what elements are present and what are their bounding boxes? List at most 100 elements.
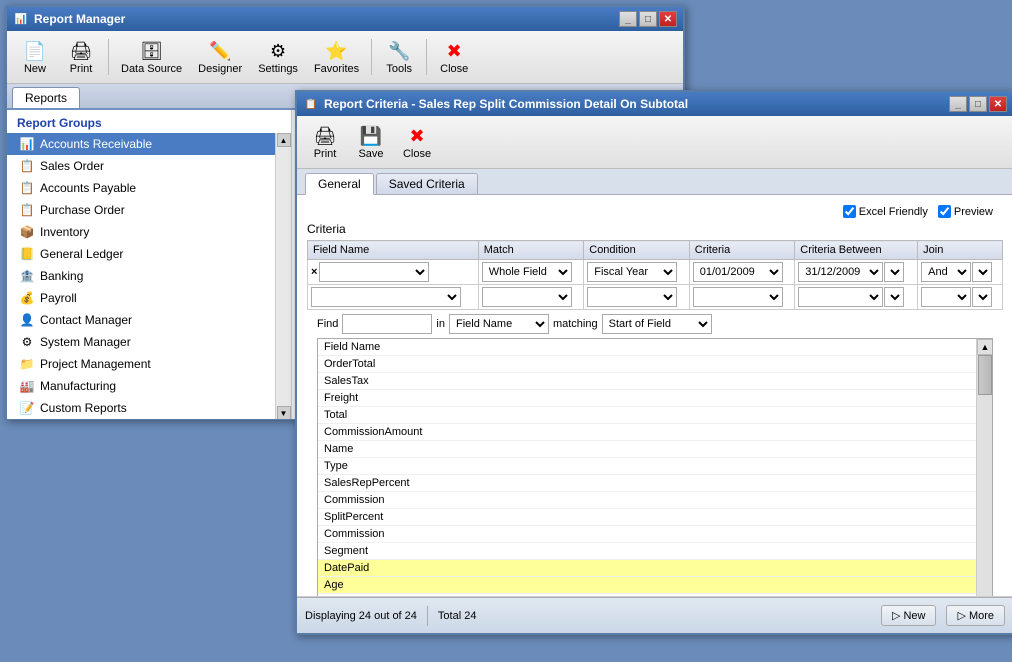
list-item[interactable]: CommissionAmount [318,424,976,441]
sidebar-item-sales-order[interactable]: 📋 Sales Order [7,155,275,177]
criteria-print-icon: 🖨 [311,124,339,148]
manager-close-btn[interactable]: ✕ [659,11,677,27]
favorites-icon: ⭐ [323,39,351,63]
sidebar-item-project-management[interactable]: 📁 Project Management [7,353,275,375]
tab-saved-criteria[interactable]: Saved Criteria [376,173,478,194]
print-icon: 🖨 [67,39,95,63]
sidebar-scroll-down[interactable]: ▼ [277,406,291,419]
criteria-between-2[interactable] [798,287,883,307]
datasource-icon: 🗄 [138,39,166,63]
field-scroll-thumb[interactable] [978,355,992,395]
manager-tools-btn[interactable]: 🔧 Tools [377,35,421,79]
list-item[interactable]: SalesRepPercent [318,475,976,492]
general-ledger-icon: 📒 [19,246,35,262]
manager-maximize-btn[interactable]: □ [639,11,657,27]
sidebar-item-custom-reports[interactable]: 📝 Custom Reports [7,397,275,419]
criteria-between-select[interactable]: 31/12/2009 [798,262,883,282]
status-more-btn[interactable]: ▷ More [946,605,1005,626]
find-input[interactable] [342,314,432,334]
field-name-select-2[interactable] [311,287,461,307]
list-item[interactable]: SplitPercent [318,509,976,526]
settings-label: Settings [258,63,298,75]
list-item[interactable]: Type [318,458,976,475]
tools-label: Tools [386,63,412,75]
join-extra[interactable] [972,262,992,282]
join-select[interactable]: And [921,262,971,282]
match-select[interactable]: Whole Field [482,262,572,282]
manager-settings-btn[interactable]: ⚙ Settings [251,35,305,79]
preview-option[interactable]: Preview [938,205,993,218]
payroll-icon: 💰 [19,290,35,306]
manager-new-btn[interactable]: 📄 New [13,35,57,79]
list-item-datepaid[interactable]: DatePaid [318,560,976,577]
join-select-2[interactable] [921,287,971,307]
manager-favorites-btn[interactable]: ⭐ Favorites [307,35,366,79]
sidebar-item-manufacturing[interactable]: 🏭 Manufacturing [7,375,275,397]
criteria-print-btn[interactable]: 🖨 Print [303,120,347,164]
preview-checkbox[interactable] [938,205,951,218]
sidebar-item-banking[interactable]: 🏦 Banking [7,265,275,287]
inventory-label: Inventory [40,225,89,239]
field-name-select[interactable] [319,262,429,282]
sidebar-item-accounts-payable[interactable]: 📋 Accounts Payable [7,177,275,199]
criteria-value-select[interactable]: 01/01/2009 [693,262,783,282]
banking-label: Banking [40,269,83,283]
list-item[interactable]: Field Name [318,339,976,356]
list-item[interactable]: Commission [318,526,976,543]
criteria-between-extra-2[interactable] [884,287,904,307]
sidebar-item-general-ledger[interactable]: 📒 General Ledger [7,243,275,265]
criteria-save-btn[interactable]: 💾 Save [349,120,393,164]
criteria-value-2[interactable] [693,287,783,307]
manager-toolbar: 📄 New 🖨 Print 🗄 Data Source ✏️ Designer … [7,31,683,84]
criteria-print-label: Print [314,148,337,160]
manager-designer-btn[interactable]: ✏️ Designer [191,35,249,79]
manager-minimize-btn[interactable]: _ [619,11,637,27]
excel-friendly-checkbox[interactable] [843,205,856,218]
criteria-close-btn[interactable]: ✕ [989,96,1007,112]
accounts-payable-label: Accounts Payable [40,181,136,195]
manager-close-toolbar-btn[interactable]: ✖ Close [432,35,476,79]
manufacturing-label: Manufacturing [40,379,116,393]
join-extra-2[interactable] [972,287,992,307]
list-item[interactable]: Commission [318,492,976,509]
banking-icon: 🏦 [19,268,35,284]
condition-select[interactable]: Fiscal Year [587,262,677,282]
manager-print-btn[interactable]: 🖨 Print [59,35,103,79]
sales-order-icon: 📋 [19,158,35,174]
manager-datasource-btn[interactable]: 🗄 Data Source [114,35,189,79]
field-scroll-up[interactable]: ▲ [977,339,993,355]
tab-reports[interactable]: Reports [12,87,80,108]
report-groups-title: Report Groups [7,110,291,133]
criteria-title-icon: 📋 [303,96,319,112]
list-item[interactable]: SalesTax [318,373,976,390]
list-item[interactable]: Freight [318,390,976,407]
sidebar-item-inventory[interactable]: 📦 Inventory [7,221,275,243]
find-matching-select[interactable]: Start of Field [602,314,712,334]
criteria-row-1: × Whole Field Fiscal Year [308,260,1003,285]
sidebar-scroll-up[interactable]: ▲ [277,133,291,147]
sidebar-item-system-manager[interactable]: ⚙ System Manager [7,331,275,353]
match-select-2[interactable] [482,287,572,307]
list-item-paid[interactable]: Paid [318,594,976,596]
sidebar-item-payroll[interactable]: 💰 Payroll [7,287,275,309]
favorites-label: Favorites [314,63,359,75]
list-item-age[interactable]: Age [318,577,976,594]
criteria-maximize-btn[interactable]: □ [969,96,987,112]
list-item[interactable]: Segment [318,543,976,560]
list-item[interactable]: Total [318,407,976,424]
sidebar-item-contact-manager[interactable]: 👤 Contact Manager [7,309,275,331]
find-in-select[interactable]: Field Name [449,314,549,334]
sidebar-item-purchase-order[interactable]: 📋 Purchase Order [7,199,275,221]
list-item[interactable]: Name [318,441,976,458]
tab-general[interactable]: General [305,173,374,195]
list-item[interactable]: OrderTotal [318,356,976,373]
criteria-close-toolbar-btn[interactable]: ✖ Close [395,120,439,164]
criteria-between-extra[interactable] [884,262,904,282]
designer-icon: ✏️ [206,39,234,63]
condition-select-2[interactable] [587,287,677,307]
criteria-minimize-btn[interactable]: _ [949,96,967,112]
status-new-btn[interactable]: ▷ New [881,605,936,626]
sidebar-item-accounts-receivable[interactable]: 📊 Accounts Receivable [7,133,275,155]
excel-friendly-option[interactable]: Excel Friendly [843,205,928,218]
field-list-scrollbar: ▲ ▼ [976,339,992,596]
